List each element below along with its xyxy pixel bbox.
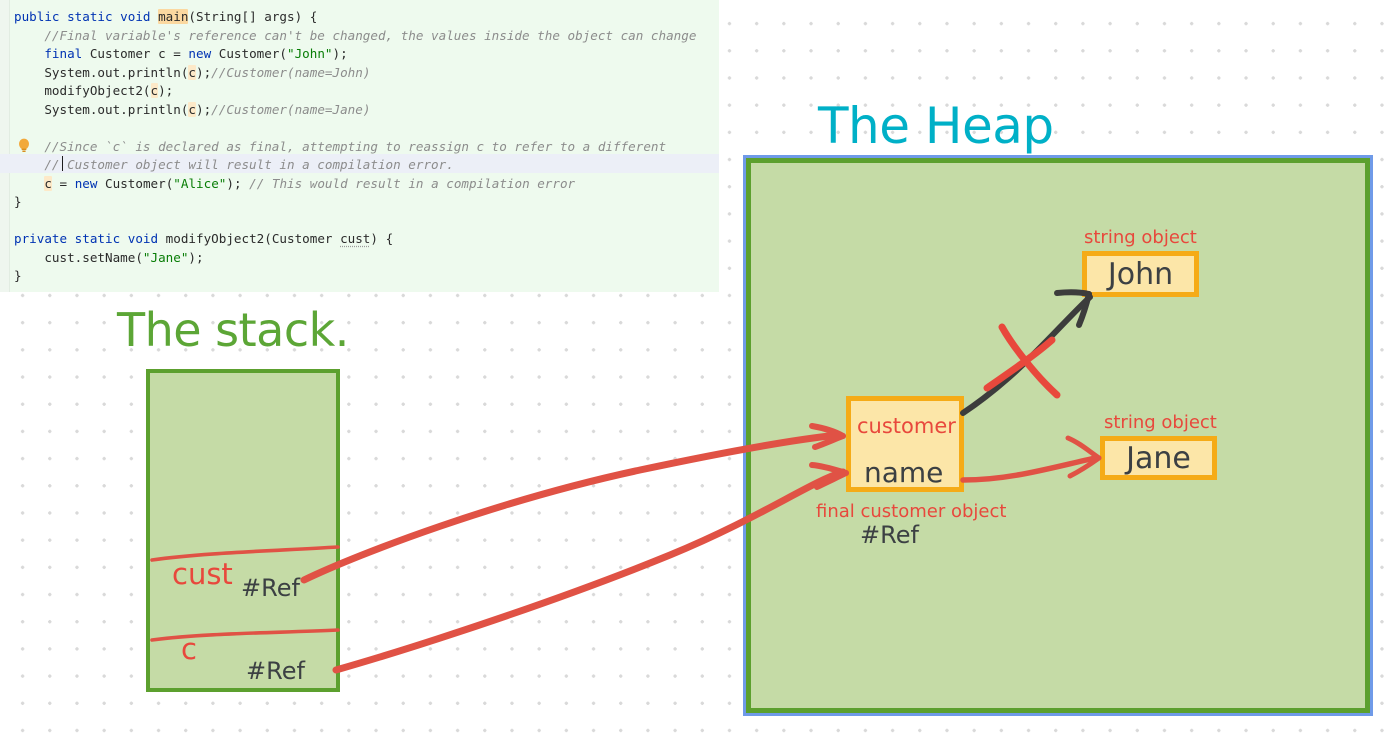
code-token: // This would result in a compilation er… <box>249 175 576 191</box>
code-token: cust.setName( <box>44 249 143 265</box>
code-token: //Customer(name=John) <box>211 64 371 80</box>
lightbulb-icon[interactable] <box>17 138 31 154</box>
code-token: Customer c = <box>89 46 189 61</box>
stack-title: The stack. <box>117 303 349 357</box>
text-caret <box>62 156 64 171</box>
code-token: } <box>14 268 22 283</box>
code-token: void <box>120 9 159 24</box>
code-token: ) { <box>370 231 394 246</box>
code-token: static <box>74 231 128 246</box>
code-editor-panel[interactable]: public static void main(String[] args) {… <box>0 0 719 292</box>
code-line: final Customer c = new Customer("John"); <box>14 45 348 64</box>
heap-object-jane: Jane <box>1100 436 1217 480</box>
customer-object-caption: final customer object <box>816 501 1007 522</box>
code-token: ); <box>188 249 204 265</box>
code-token: static <box>67 9 121 24</box>
code-line: System.out.println(c);//Customer(name=Jo… <box>14 64 370 83</box>
stack-frame-label-c: c <box>181 632 197 666</box>
heap-object-john: John <box>1082 251 1199 297</box>
code-token: ); <box>226 175 250 191</box>
code-token: public <box>14 9 68 24</box>
customer-object-field-name: name <box>864 456 944 489</box>
code-line: } <box>14 267 22 286</box>
code-token: modifyObject2(Customer <box>165 231 341 246</box>
stack-frame-ref-cust: #Ref <box>241 574 300 602</box>
code-token: = <box>51 175 75 191</box>
code-line: private static void modifyObject2(Custom… <box>14 230 393 249</box>
code-line: public static void main(String[] args) { <box>14 8 317 27</box>
code-token: ); <box>332 46 348 61</box>
code-line: //Final variable's reference can't be ch… <box>14 27 696 46</box>
code-token: //Customer(name=Jane) <box>211 101 371 117</box>
code-line: c = new Customer("Alice"); // This would… <box>14 175 575 194</box>
code-token: c <box>188 64 196 80</box>
code-token: new <box>74 175 106 191</box>
code-token: Customer( <box>218 46 288 61</box>
stack-frame-ref-c: #Ref <box>246 657 305 685</box>
code-token: } <box>14 194 22 209</box>
code-token: //Since `c` is declared as final, attemp… <box>44 138 667 154</box>
editor-gutter <box>0 0 10 292</box>
code-token: Customer( <box>105 175 174 191</box>
code-token: private <box>14 231 75 246</box>
code-token: c <box>188 101 196 117</box>
code-line: modifyObject2(c); <box>14 82 173 101</box>
code-token: c <box>44 175 52 191</box>
code-token: // Customer object will result in a comp… <box>44 157 454 172</box>
code-line: cust.setName("Jane"); <box>14 249 204 268</box>
code-token: "Alice" <box>173 175 227 191</box>
heap-container <box>743 155 1373 716</box>
code-token: main <box>158 9 189 24</box>
customer-object-title: customer <box>857 414 956 438</box>
code-token: ); <box>158 83 174 98</box>
stack-frame-label-cust: cust <box>172 557 233 591</box>
heap-title: The Heap <box>818 97 1054 155</box>
code-line: } <box>14 193 22 212</box>
code-token: ); <box>196 64 212 80</box>
code-token: c <box>150 83 159 98</box>
customer-object-ref: #Ref <box>860 521 919 549</box>
code-token: "John" <box>287 46 333 61</box>
code-token: ); <box>196 101 212 117</box>
code-token: void <box>127 231 166 246</box>
code-token: System.out.println( <box>44 101 189 117</box>
code-token: new <box>188 46 219 61</box>
jane-object-caption: string object <box>1104 412 1217 433</box>
code-line: // Customer object will result in a comp… <box>14 156 454 175</box>
john-object-caption: string object <box>1084 227 1197 248</box>
code-token: final <box>44 46 90 61</box>
code-token: (String[] args) { <box>188 9 318 24</box>
code-token: //Final variable's reference can't be ch… <box>44 27 697 43</box>
diagram-canvas: public static void main(String[] args) {… <box>0 0 1397 752</box>
code-token: cust <box>340 231 371 246</box>
code-token: System.out.println( <box>44 64 189 80</box>
code-token: "Jane" <box>142 249 189 265</box>
stack-container <box>146 369 340 692</box>
code-token: modifyObject2( <box>44 83 151 98</box>
code-line: System.out.println(c);//Customer(name=Ja… <box>14 101 370 120</box>
